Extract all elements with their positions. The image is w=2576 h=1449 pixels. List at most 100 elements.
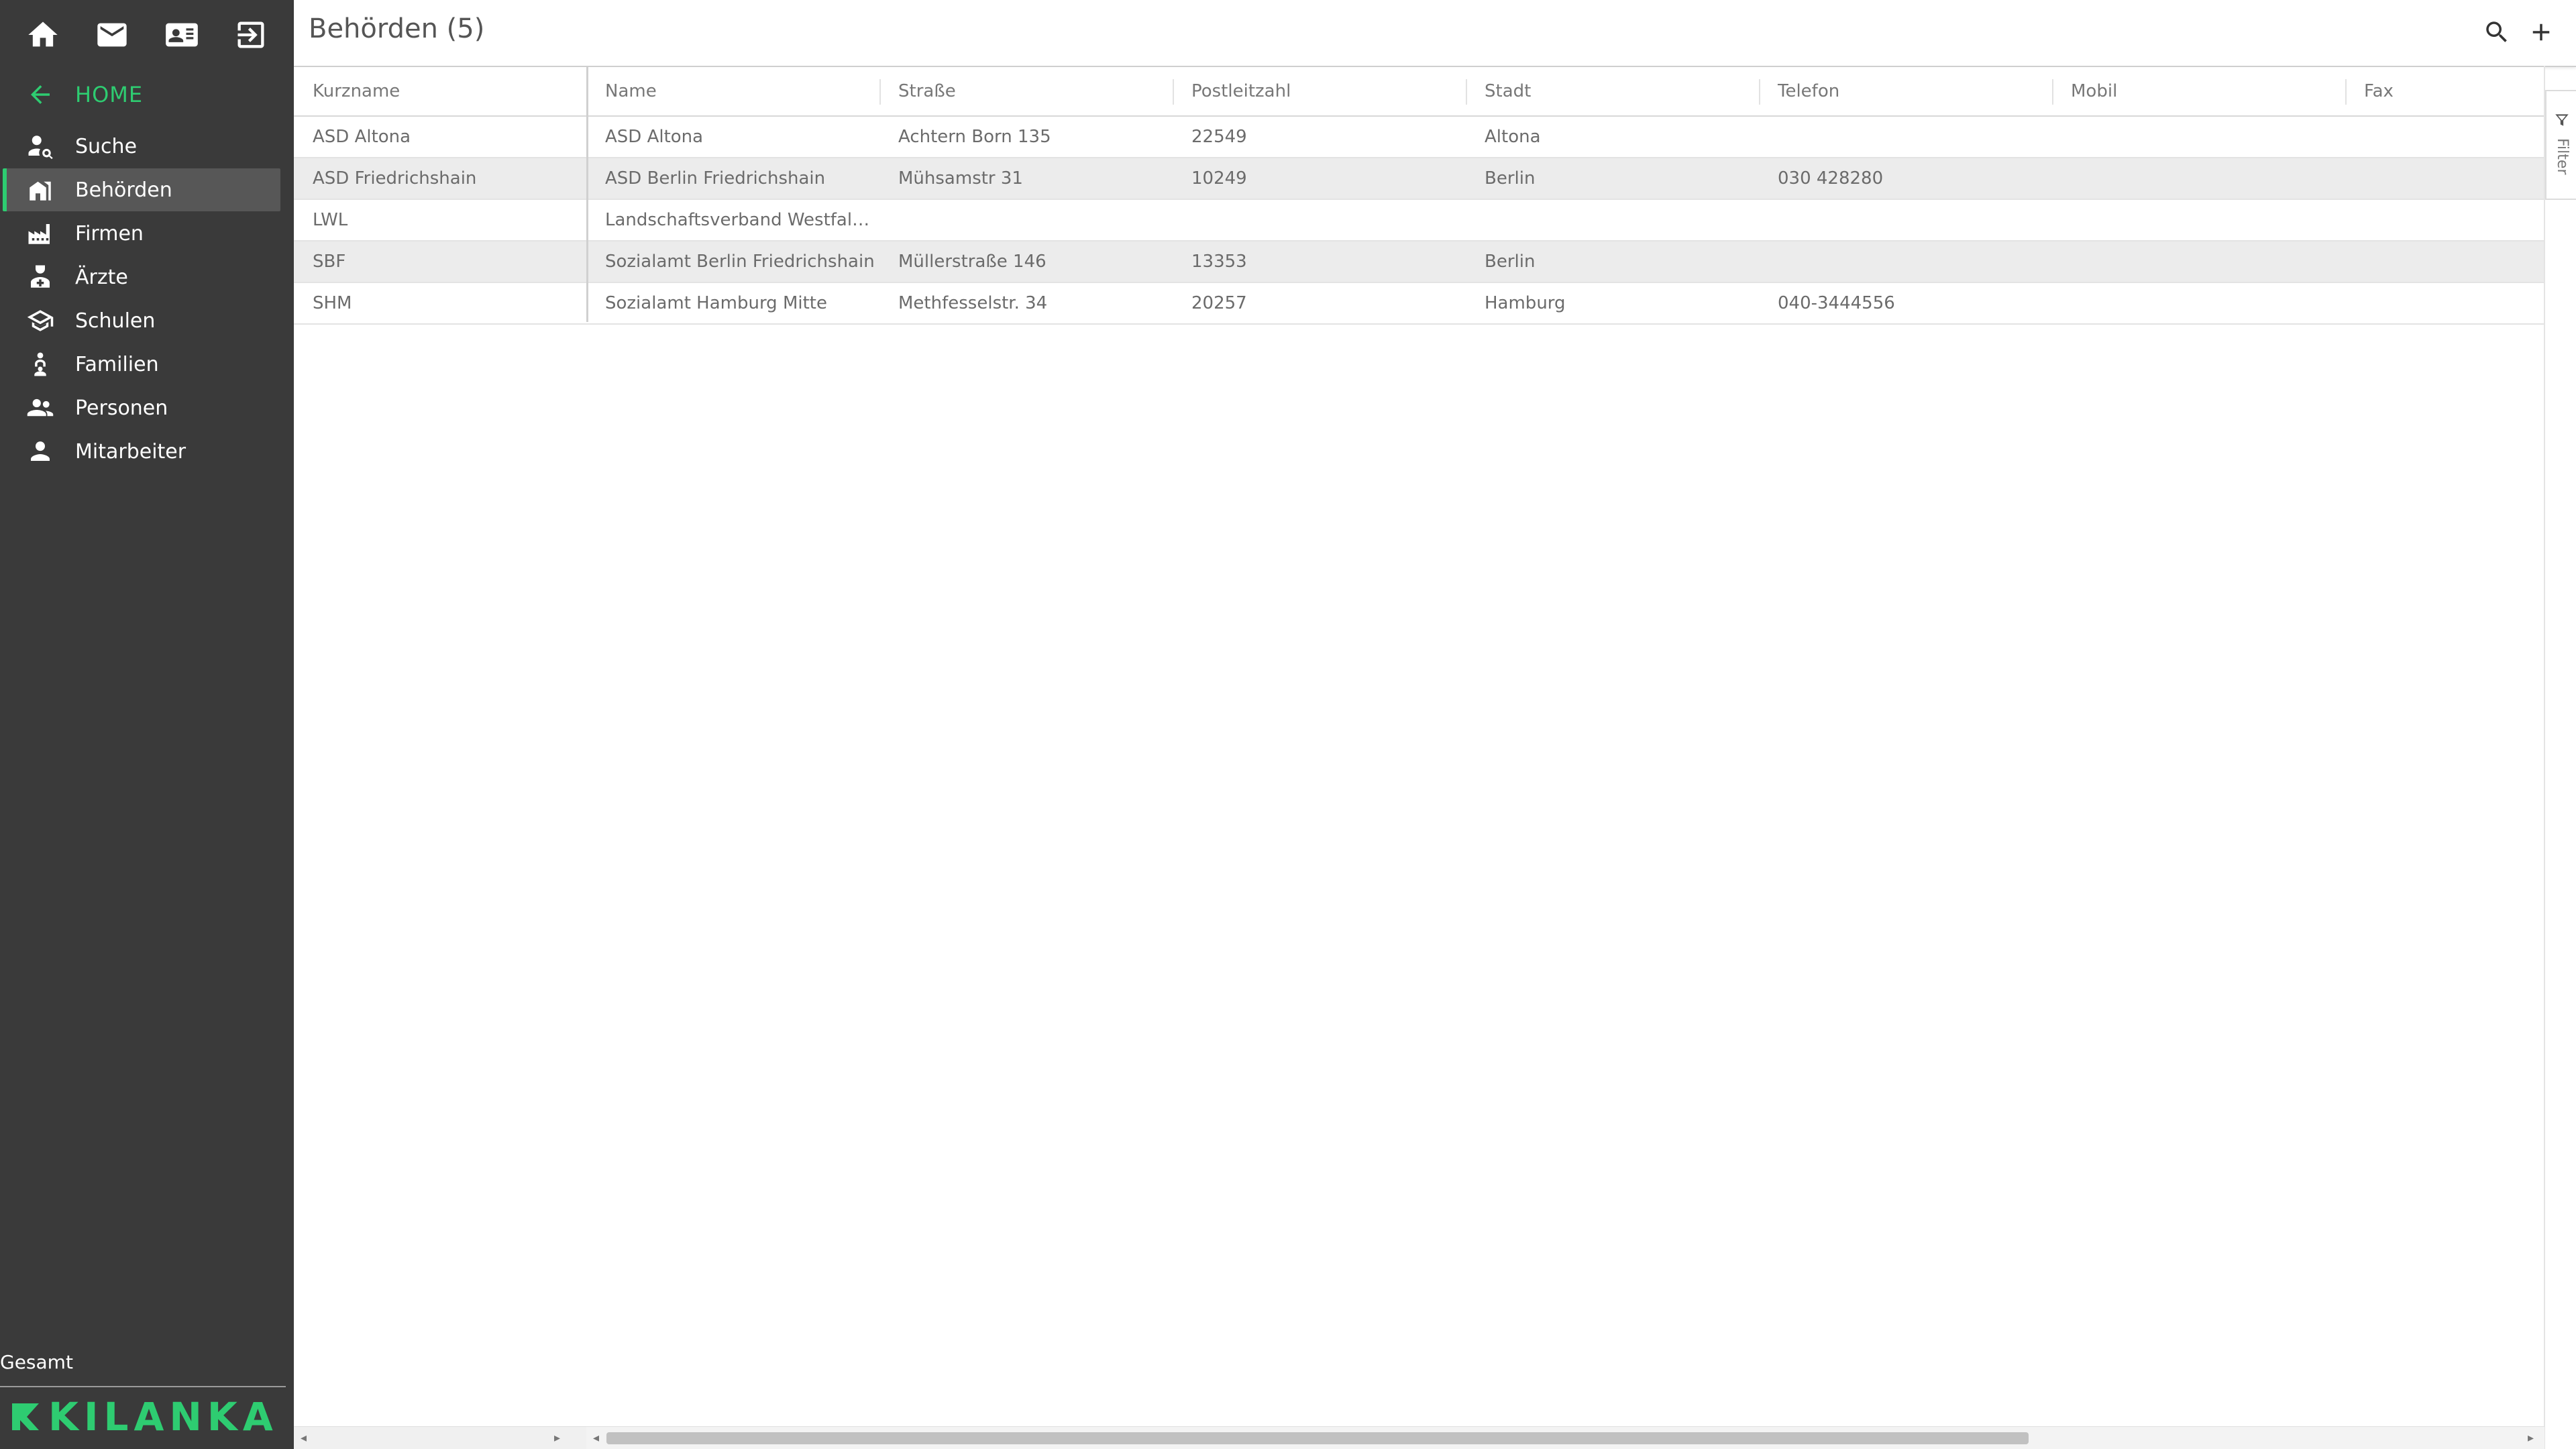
- brand-wordmark: KILANKA: [48, 1394, 278, 1440]
- table-row[interactable]: SHM Sozialamt Hamburg Mitte Methfesselst…: [294, 283, 2544, 325]
- cell-fax: [2345, 117, 2544, 157]
- sidebar-item-label: Familien: [75, 352, 159, 376]
- scroll-left-arrow-icon[interactable]: ◂: [301, 1431, 307, 1445]
- building-icon: [20, 176, 60, 204]
- cell-name: ASD Altona: [605, 127, 704, 147]
- filter-label: Filter: [2554, 138, 2571, 175]
- filter-tab[interactable]: Filter: [2545, 90, 2576, 200]
- column-header-strasse[interactable]: Straße: [879, 67, 1173, 115]
- sidebar-item-firmen[interactable]: Firmen: [3, 212, 280, 255]
- cell-mobil: [2052, 200, 2345, 240]
- add-button[interactable]: [2524, 15, 2559, 50]
- cell-strasse: Müllerstraße 146: [898, 252, 1046, 272]
- column-header-telefon[interactable]: Telefon: [1759, 67, 2052, 115]
- search-button[interactable]: [2479, 15, 2514, 50]
- contact-card-icon[interactable]: [160, 13, 203, 56]
- cell-strasse: [879, 200, 1173, 240]
- home-nav-link[interactable]: HOME: [0, 74, 294, 115]
- cell-strasse: Achtern Born 135: [898, 127, 1051, 147]
- column-header-kurzname[interactable]: Kurzname: [294, 67, 586, 115]
- pinned-scroll-track[interactable]: [294, 1427, 586, 1449]
- cell-postleitzahl: [1173, 200, 1466, 240]
- cell-postleitzahl: 22549: [1191, 127, 1247, 147]
- column-header-postleitzahl[interactable]: Postleitzahl: [1173, 67, 1466, 115]
- sidebar-item-behoerden[interactable]: Behörden: [3, 168, 280, 211]
- sidebar-top-icons: [0, 0, 294, 70]
- sidebar-item-familien[interactable]: Familien: [3, 343, 280, 386]
- cell-kurzname: ASD Friedrichshain: [313, 168, 477, 189]
- column-header-name[interactable]: Name: [586, 67, 879, 115]
- app-window: HOME Suche Behörden Firmen Ärzte Schulen…: [0, 0, 2576, 1449]
- scroll-left-arrow-icon[interactable]: ◂: [593, 1431, 599, 1445]
- cell-stadt: Hamburg: [1485, 293, 1566, 313]
- cell-mobil: [2052, 283, 2345, 323]
- cell-postleitzahl: 20257: [1191, 293, 1247, 313]
- sidebar-item-label: Firmen: [75, 221, 144, 246]
- person-search-icon: [20, 132, 60, 160]
- cell-name: ASD Berlin Friedrichshain: [605, 168, 826, 189]
- sidebar-item-mitarbeiter[interactable]: Mitarbeiter: [3, 430, 280, 473]
- home-label: HOME: [75, 82, 144, 107]
- home-icon[interactable]: [21, 13, 64, 56]
- scrollbar-thumb[interactable]: [606, 1432, 2029, 1444]
- cell-stadt: Berlin: [1485, 252, 1536, 272]
- column-header-mobil[interactable]: Mobil: [2052, 67, 2345, 115]
- doctor-icon: [20, 263, 60, 291]
- factory-icon: [20, 219, 60, 248]
- pinned-column-divider: [586, 67, 588, 322]
- footer-divider: [0, 1386, 286, 1387]
- column-header-stadt[interactable]: Stadt: [1466, 67, 1759, 115]
- table-body: ASD Altona ASD Altona Achtern Born 135 2…: [294, 117, 2544, 325]
- cell-kurzname: SBF: [313, 252, 346, 272]
- cell-telefon: [1759, 200, 2052, 240]
- column-header-fax[interactable]: Fax: [2345, 67, 2544, 115]
- sidebar-item-label: Schulen: [75, 309, 156, 333]
- cell-telefon: 040-3444556: [1778, 293, 1895, 313]
- footer-label: Gesamt: [0, 1351, 73, 1373]
- sidebar-item-label: Mitarbeiter: [75, 439, 186, 464]
- cell-mobil: [2052, 117, 2345, 157]
- cell-strasse: Mühsamstr 31: [898, 168, 1023, 189]
- table-row[interactable]: ASD Friedrichshain ASD Berlin Friedrichs…: [294, 158, 2544, 200]
- cell-mobil: [2052, 158, 2345, 199]
- logout-icon[interactable]: [229, 13, 272, 56]
- sidebar-item-personen[interactable]: Personen: [3, 386, 280, 429]
- cell-telefon: 030 428280: [1778, 168, 1884, 189]
- horizontal-scrollbar[interactable]: ◂ ▸ ◂ ▸: [294, 1426, 2544, 1449]
- person-icon: [20, 437, 60, 466]
- sidebar-item-aerzte[interactable]: Ärzte: [3, 256, 280, 299]
- table-row[interactable]: ASD Altona ASD Altona Achtern Born 135 2…: [294, 117, 2544, 158]
- mail-icon[interactable]: [91, 13, 133, 56]
- cell-postleitzahl: 10249: [1191, 168, 1247, 189]
- search-icon: [2486, 21, 2507, 42]
- sidebar-item-suche[interactable]: Suche: [3, 125, 280, 168]
- kilanka-logo-icon: [12, 1403, 39, 1430]
- sidebar-item-label: Suche: [75, 134, 138, 158]
- cell-fax: [2345, 200, 2544, 240]
- cell-strasse: Methfesselstr. 34: [898, 293, 1048, 313]
- cell-fax: [2345, 283, 2544, 323]
- cell-fax: [2345, 241, 2544, 282]
- table-row[interactable]: LWL Landschaftsverband Westfalen-...: [294, 200, 2544, 241]
- cell-name: Sozialamt Hamburg Mitte: [605, 293, 827, 313]
- brand-logo: KILANKA: [9, 1394, 278, 1440]
- cell-kurzname: SHM: [313, 293, 352, 313]
- cell-postleitzahl: 13353: [1191, 252, 1247, 272]
- cell-telefon: [1759, 241, 2052, 282]
- scroll-right-arrow-icon[interactable]: ▸: [2528, 1431, 2534, 1445]
- side-panel-border: [2544, 66, 2545, 1449]
- sidebar-item-schulen[interactable]: Schulen: [3, 299, 280, 342]
- cell-telefon: [1759, 117, 2052, 157]
- sidebar: HOME Suche Behörden Firmen Ärzte Schulen…: [0, 0, 294, 1449]
- cell-kurzname: ASD Altona: [313, 127, 411, 147]
- sidebar-item-label: Behörden: [75, 178, 172, 202]
- scroll-right-arrow-icon[interactable]: ▸: [554, 1431, 560, 1445]
- school-icon: [20, 307, 60, 335]
- people-icon: [20, 394, 60, 422]
- cell-kurzname: LWL: [313, 210, 348, 230]
- table-row[interactable]: SBF Sozialamt Berlin Friedrichshain Müll…: [294, 241, 2544, 283]
- plus-icon: [2532, 23, 2550, 41]
- sidebar-nav: Suche Behörden Firmen Ärzte Schulen Fami…: [0, 124, 294, 474]
- sidebar-item-label: Personen: [75, 396, 168, 420]
- data-table: Kurzname Name Straße Postleitzahl Stadt …: [294, 67, 2544, 1425]
